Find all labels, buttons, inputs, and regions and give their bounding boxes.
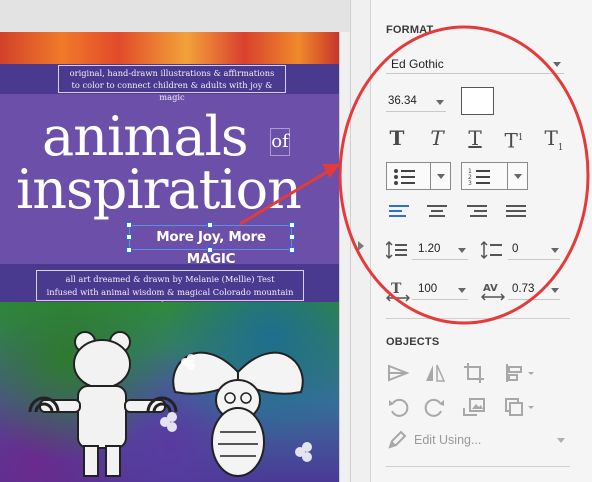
bullet-list-dropdown[interactable] <box>430 163 450 189</box>
chevron-down-icon[interactable] <box>557 438 565 443</box>
subscript-button[interactable]: T1 <box>542 125 566 161</box>
align-objects-icon[interactable] <box>504 362 536 384</box>
italic-glyph: T <box>430 126 444 150</box>
beetle-body <box>211 407 265 477</box>
bear-leg-left <box>83 445 99 477</box>
chevron-down-icon[interactable] <box>436 100 444 105</box>
chevron-down-icon[interactable] <box>458 248 466 253</box>
selection-handle-middle-left[interactable] <box>126 234 132 240</box>
rotate-left-icon[interactable] <box>387 396 409 418</box>
tracking-icon: AV <box>481 283 505 301</box>
cover-illustration[interactable] <box>0 302 339 482</box>
selection-handle-top-right[interactable] <box>289 222 295 228</box>
bullet-list-button[interactable] <box>386 162 451 190</box>
align-justify-button[interactable] <box>506 205 526 221</box>
flip-horizontal-icon[interactable] <box>424 362 446 384</box>
align-right-button[interactable] <box>467 205 487 221</box>
subscript-base-glyph: T <box>544 126 558 150</box>
selection-handle-bottom-left[interactable] <box>126 247 132 253</box>
fill-color-swatch[interactable] <box>461 87 494 115</box>
cover-top-artwork <box>0 32 339 64</box>
pencil-icon <box>388 430 407 449</box>
selection-handle-top-left[interactable] <box>126 222 132 228</box>
cover-credits-frame[interactable]: all art dreamed & drawn by Melanie (Mell… <box>36 270 304 310</box>
horizontal-scale-icon: T <box>386 281 410 302</box>
chevron-down-icon[interactable] <box>551 248 559 253</box>
cover-tagline-frame[interactable]: original, hand-drawn illustrations & aff… <box>58 65 286 102</box>
numbered-list-dropdown[interactable] <box>507 163 527 189</box>
bullet-list-icon <box>394 169 415 185</box>
bold-text-button[interactable]: T <box>385 125 409 151</box>
superscript-mark: 1 <box>517 133 524 143</box>
numbered-list-button[interactable]: 1 2 3 <box>461 162 528 190</box>
horizontal-scale-value: 100 <box>418 283 438 295</box>
cover-tagline-line-1: original, hand-drawn illustrations & aff… <box>69 68 275 78</box>
subscript-mark: 1 <box>557 143 564 153</box>
bold-glyph: T <box>389 126 405 150</box>
align-left-button[interactable] <box>389 205 409 221</box>
section-divider <box>386 466 570 467</box>
section-divider <box>386 318 570 319</box>
font-size-value: 36.34 <box>388 95 417 107</box>
replace-image-icon[interactable] <box>463 396 485 418</box>
cover-title-of[interactable]: of <box>270 128 290 156</box>
svg-text:AV: AV <box>483 283 498 294</box>
selection-handle-bottom-right[interactable] <box>289 247 295 253</box>
font-family-value: Ed Gothic <box>391 57 444 71</box>
bear-body <box>77 385 127 449</box>
svg-text:T: T <box>391 281 402 297</box>
svg-text:3: 3 <box>468 180 472 187</box>
space-after-icon <box>481 240 502 260</box>
format-section-title: FORMAT <box>386 24 434 36</box>
bear-head <box>73 339 131 389</box>
collapse-panel-arrow-icon[interactable] <box>358 241 364 251</box>
canvas-scrollbar[interactable] <box>339 32 350 482</box>
animal-illustration <box>28 331 312 477</box>
italic-text-button[interactable]: T <box>425 125 449 151</box>
space-after-value: 0 <box>512 243 519 255</box>
numbered-list-icon: 1 2 3 <box>468 168 490 187</box>
edit-using-label[interactable]: Edit Using... <box>414 433 481 447</box>
superscript-button[interactable]: T1 <box>502 125 526 154</box>
tracking-value: 0.73 <box>512 283 535 295</box>
selection-handle-bottom-middle[interactable] <box>207 247 213 253</box>
arrange-objects-icon[interactable] <box>504 396 536 418</box>
cover-credits-line-1: all art dreamed & drawn by Melanie (Mell… <box>65 274 275 284</box>
chevron-down-icon <box>437 174 445 179</box>
underline-text-button[interactable]: T <box>463 125 487 151</box>
bear-arm-left <box>39 399 81 413</box>
app-window: original, hand-drawn illustrations & aff… <box>0 0 592 482</box>
cover-tagline-line-2: to color to connect children & adults wi… <box>71 80 273 102</box>
chevron-down-icon[interactable] <box>458 288 466 293</box>
chevron-down-icon[interactable] <box>551 288 559 293</box>
cover-title-main[interactable]: animals <box>42 110 249 164</box>
cover-title-second[interactable]: inspiration <box>16 160 302 220</box>
rotate-right-icon[interactable] <box>424 396 446 418</box>
selection-handle-top-middle[interactable] <box>207 222 213 228</box>
underline-glyph: T <box>468 126 482 150</box>
arrange-forward-icon[interactable] <box>387 362 409 384</box>
crop-icon[interactable] <box>463 362 485 384</box>
objects-section-title: OBJECTS <box>386 336 440 348</box>
chevron-down-icon <box>514 174 522 179</box>
book-cover[interactable]: original, hand-drawn illustrations & aff… <box>0 32 339 482</box>
bear-leg-right <box>105 445 121 477</box>
superscript-base-glyph: T <box>504 128 518 153</box>
chevron-down-icon[interactable] <box>553 62 561 67</box>
align-center-button[interactable] <box>427 205 447 221</box>
document-canvas[interactable]: original, hand-drawn illustrations & aff… <box>0 0 350 482</box>
leading-icon <box>386 240 407 260</box>
leading-value: 1.20 <box>418 243 441 255</box>
selection-handle-middle-right[interactable] <box>289 234 295 240</box>
